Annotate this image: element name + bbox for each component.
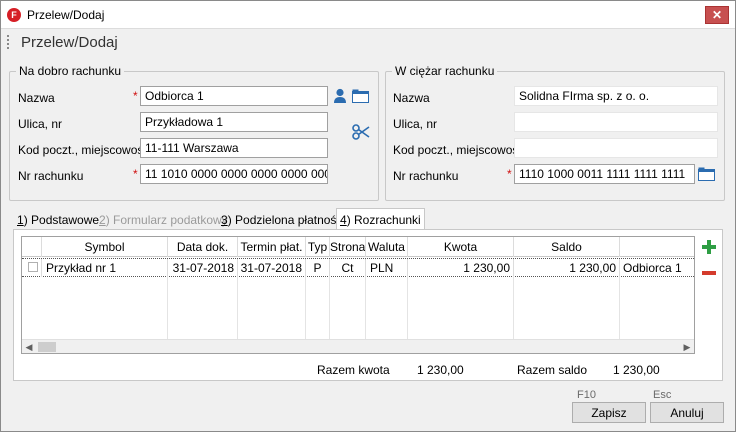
table-row[interactable]: Przykład nr 1 31-07-2018 31-07-2018 P Ct… bbox=[22, 258, 694, 277]
column-divider bbox=[329, 277, 330, 341]
tab-label: ) Formularz podatkowy bbox=[105, 213, 228, 227]
credit-name-input[interactable]: Odbiorca 1 bbox=[140, 86, 328, 106]
cell-amount: 1 230,00 bbox=[408, 259, 514, 277]
column-divider bbox=[305, 277, 306, 341]
column-header-name[interactable]: N bbox=[620, 237, 694, 257]
debit-postal-label: Kod poczt., miejscowość bbox=[393, 143, 525, 157]
cell-doc-date: 31-07-2018 bbox=[168, 259, 238, 277]
tab-rozrachunki[interactable]: 4) Rozrachunki bbox=[336, 208, 425, 231]
required-marker: * bbox=[133, 89, 138, 103]
window-title: Przelew/Dodaj bbox=[27, 8, 105, 22]
row-select-cell[interactable] bbox=[22, 259, 42, 277]
cell-due-date: 31-07-2018 bbox=[238, 259, 306, 277]
debit-account-input[interactable]: 1110 1000 0011 1111 1111 1111 bbox=[514, 164, 695, 184]
cell-type: P bbox=[306, 259, 330, 277]
total-balance-value: 1 230,00 bbox=[613, 363, 660, 377]
column-header-doc-date[interactable]: Data dok. bbox=[168, 237, 238, 257]
scroll-right-icon[interactable]: ▶ bbox=[680, 340, 694, 353]
tab-podstawowe[interactable]: 1) Podstawowe bbox=[13, 208, 103, 230]
scroll-thumb[interactable] bbox=[38, 342, 56, 352]
column-header-amount[interactable]: Kwota bbox=[408, 237, 514, 257]
contact-person-icon[interactable] bbox=[333, 88, 347, 104]
tab-hotkey: 4 bbox=[340, 213, 347, 227]
column-divider bbox=[619, 277, 620, 341]
cell-currency: PLN bbox=[366, 259, 408, 277]
credit-group-legend: Na dobro rachunku bbox=[16, 64, 125, 78]
folder-open-icon[interactable] bbox=[352, 89, 369, 103]
tab-label: ) Rozrachunki bbox=[346, 213, 421, 227]
credit-postal-label: Kod poczt., miejscowość bbox=[18, 143, 150, 157]
column-divider bbox=[407, 277, 408, 341]
tab-hotkey: 3 bbox=[221, 213, 228, 227]
credit-street-label: Ulica, nr bbox=[18, 117, 63, 131]
column-header-balance[interactable]: Saldo bbox=[514, 237, 620, 257]
horizontal-scrollbar[interactable]: ◀ ▶ bbox=[22, 339, 694, 353]
debit-street-field bbox=[514, 112, 718, 132]
column-divider bbox=[513, 277, 514, 341]
page-title: Przelew/Dodaj bbox=[21, 34, 118, 51]
credit-postal-input[interactable]: 11-111 Warszawa bbox=[140, 138, 328, 158]
total-balance-label: Razem saldo bbox=[517, 363, 588, 377]
app-logo-icon: F bbox=[7, 8, 21, 22]
scroll-left-icon[interactable]: ◀ bbox=[22, 340, 36, 353]
grid-header: Symbol Data dok. Termin płat. Typ Strona… bbox=[22, 237, 694, 257]
cell-side: Ct bbox=[330, 259, 366, 277]
required-marker: * bbox=[507, 167, 512, 181]
column-header-symbol[interactable]: Symbol bbox=[42, 237, 168, 257]
column-header-due-date[interactable]: Termin płat. bbox=[238, 237, 306, 257]
tab-label: ) Podzielona płatność bbox=[227, 213, 343, 227]
column-header-type[interactable]: Typ bbox=[306, 237, 330, 257]
column-divider bbox=[167, 277, 168, 341]
add-row-plus-icon[interactable] bbox=[701, 239, 717, 255]
debit-street-label: Ulica, nr bbox=[393, 117, 438, 131]
tab-hotkey: 2 bbox=[99, 213, 106, 227]
toolbar-grip-icon bbox=[7, 35, 9, 49]
cancel-shortcut-hint: Esc bbox=[653, 389, 672, 401]
title-bar: F Przelew/Dodaj ✕ bbox=[1, 1, 735, 29]
credit-account-input[interactable]: 11 1010 0000 0000 0000 0000 0000 bbox=[140, 164, 328, 184]
total-amount-label: Razem kwota bbox=[317, 363, 390, 377]
remove-row-minus-icon[interactable] bbox=[701, 265, 717, 281]
column-header-currency[interactable]: Waluta bbox=[366, 237, 408, 257]
required-marker: * bbox=[133, 167, 138, 181]
scissors-icon[interactable] bbox=[352, 124, 370, 140]
debit-group-legend: W ciężar rachunku bbox=[392, 64, 498, 78]
save-shortcut-hint: F10 bbox=[577, 389, 596, 401]
tab-hotkey: 1 bbox=[17, 213, 24, 227]
save-button[interactable]: Zapisz bbox=[572, 402, 646, 423]
column-header-side[interactable]: Strona bbox=[330, 237, 366, 257]
row-checkbox[interactable] bbox=[28, 262, 38, 272]
credit-account-label: Nr rachunku bbox=[18, 169, 84, 183]
column-divider bbox=[365, 277, 366, 341]
tab-formularz-podatkowy: 2) Formularz podatkowy bbox=[95, 208, 232, 230]
dialog-window: F Przelew/Dodaj ✕ Przelew/Dodaj Na dobro… bbox=[0, 0, 736, 432]
cell-name: Odbiorca 1 bbox=[620, 259, 694, 277]
debit-postal-field bbox=[514, 138, 718, 158]
close-button[interactable]: ✕ bbox=[705, 6, 729, 24]
tab-podzielona-platnosc[interactable]: 3) Podzielona płatność bbox=[217, 208, 346, 230]
cell-balance: 1 230,00 bbox=[514, 259, 620, 277]
total-amount-value: 1 230,00 bbox=[417, 363, 464, 377]
tab-label: ) Podstawowe bbox=[23, 213, 100, 227]
column-header[interactable] bbox=[22, 237, 42, 257]
debit-name-field: Solidna FIrma sp. z o. o. bbox=[514, 86, 718, 106]
credit-street-input[interactable]: Przykładowa 1 bbox=[140, 112, 328, 132]
cell-symbol: Przykład nr 1 bbox=[42, 259, 168, 277]
debit-account-label: Nr rachunku bbox=[393, 169, 459, 183]
debit-name-label: Nazwa bbox=[393, 91, 430, 105]
credit-name-label: Nazwa bbox=[18, 91, 55, 105]
settlements-grid[interactable]: Symbol Data dok. Termin płat. Typ Strona… bbox=[21, 236, 695, 354]
cancel-button[interactable]: Anuluj bbox=[650, 402, 724, 423]
folder-open-icon[interactable] bbox=[698, 167, 715, 181]
column-divider bbox=[237, 277, 238, 341]
